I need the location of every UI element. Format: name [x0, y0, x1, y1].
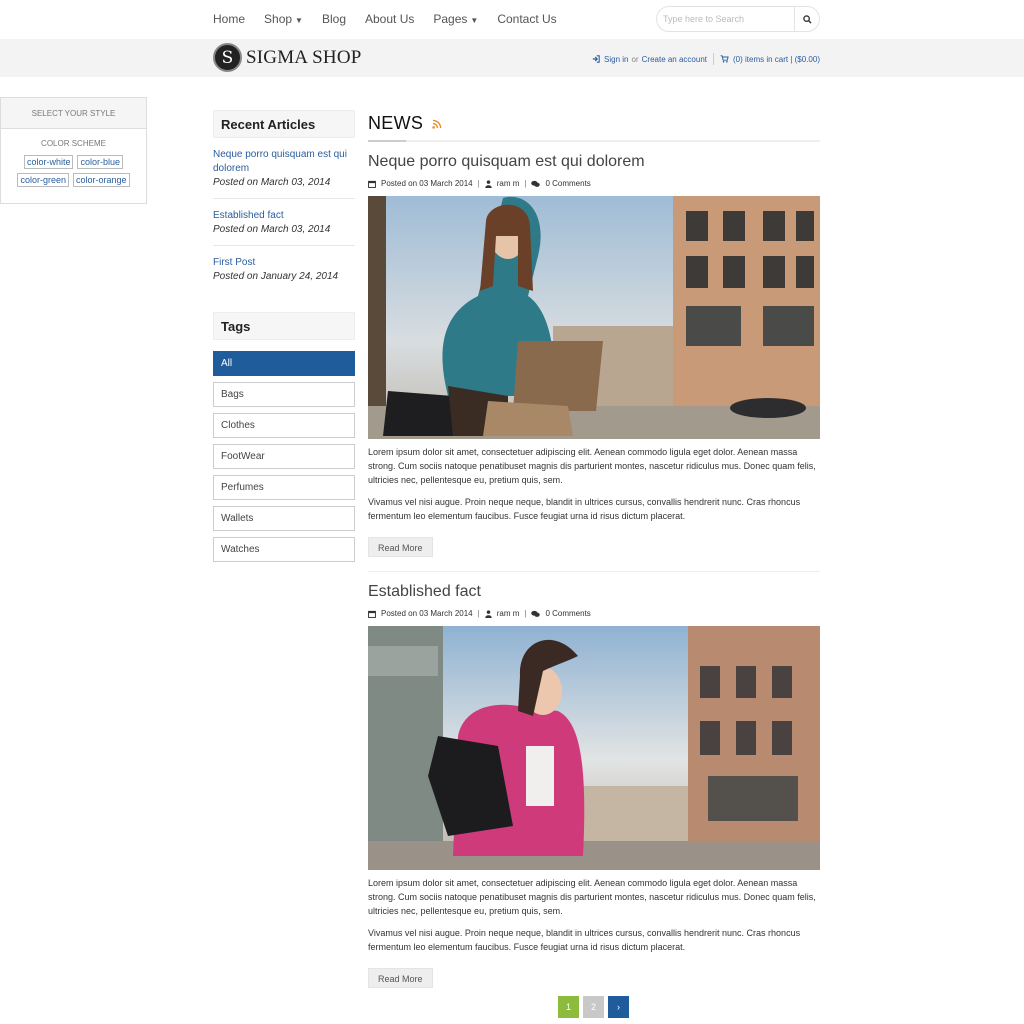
calendar-icon [368, 180, 376, 188]
post-title[interactable]: Neque porro quisquam est qui dolorem [368, 153, 820, 171]
tag-perfumes[interactable]: Perfumes [213, 475, 355, 500]
tag-wallets[interactable]: Wallets [213, 506, 355, 531]
color-scheme-label: COLOR SCHEME [41, 139, 106, 148]
recent-article: Neque porro quisquam est qui dolorem Pos… [213, 138, 355, 199]
post-excerpt: Vivamus vel nisi augue. Proin neque nequ… [368, 928, 801, 952]
post-author[interactable]: ram m [497, 179, 520, 188]
post-excerpt: Lorem ipsum dolor sit amet, consectetuer… [368, 447, 816, 485]
rss-icon[interactable] [432, 118, 442, 132]
nav-pages[interactable]: Pages ▼ [433, 12, 478, 26]
search-box [656, 6, 820, 32]
recent-article-date: Posted on January 24, 2014 [213, 271, 339, 282]
swatch-blue[interactable]: color-blue [77, 155, 124, 169]
tag-all[interactable]: All [213, 351, 355, 376]
swatch-white[interactable]: color-white [23, 155, 74, 169]
page-2-button[interactable]: 2 [583, 996, 604, 1018]
post-comments[interactable]: 0 Comments [545, 179, 590, 188]
post-image[interactable] [368, 196, 820, 439]
recent-article: Established fact Posted on March 03, 201… [213, 199, 355, 246]
account-bar: Sign in or Create an account (0) items i… [592, 53, 820, 65]
user-icon [485, 179, 492, 188]
separator [713, 53, 714, 65]
top-navigation: Home Shop ▼ Blog About Us Pages ▼ Contact … [0, 0, 1024, 39]
page-1-button[interactable]: 1 [558, 996, 579, 1018]
nav-blog-label: Blog [321, 12, 346, 26]
nav-about-label: About Us [365, 12, 415, 26]
post-date: Posted on 03 March 2014 [381, 609, 473, 618]
search-input[interactable] [663, 11, 793, 27]
recent-article-link[interactable]: First Post [213, 256, 355, 270]
post-meta: Posted on 03 March 2014 | ram m | 0 Comm… [368, 609, 820, 618]
post-divider [368, 571, 820, 572]
news-heading-row: NEWS [368, 110, 820, 136]
style-switcher-title: SELECT YOUR STYLE [1, 98, 146, 129]
post-excerpt: Lorem ipsum dolor sit amet, consectetuer… [368, 878, 816, 916]
cart-link[interactable]: (0) items in cart | ($0.00) [733, 55, 820, 64]
tag-watches[interactable]: Watches [213, 537, 355, 562]
recent-article-link[interactable]: Neque porro quisquam est qui dolorem [213, 148, 355, 176]
post-comments[interactable]: 0 Comments [545, 609, 590, 618]
brand-name: SIGMA SHOP [246, 46, 362, 68]
swatch-green[interactable]: color-green [17, 173, 69, 187]
next-page-button[interactable]: › [608, 996, 629, 1018]
user-icon [485, 609, 492, 618]
post-excerpt: Vivamus vel nisi augue. Proin neque nequ… [368, 497, 801, 521]
nav-blog[interactable]: Blog [322, 12, 346, 26]
blog-post: Established fact Posted on 03 March 2014… [368, 583, 820, 988]
sign-in-icon [592, 55, 600, 63]
post-date: Posted on 03 March 2014 [381, 179, 473, 188]
recent-article: First Post Posted on January 24, 2014 [213, 246, 355, 292]
recent-article-link[interactable]: Established fact [213, 209, 355, 223]
main-menu: Home Shop ▼ Blog About Us Pages ▼ Contact … [213, 12, 576, 26]
nav-home[interactable]: Home [213, 12, 245, 26]
nav-contact-label: Contact Us [497, 12, 557, 26]
post-title[interactable]: Established fact [368, 583, 820, 601]
recent-articles-heading: Recent Articles [213, 110, 355, 138]
tag-bags[interactable]: Bags [213, 382, 355, 407]
search-button[interactable] [794, 7, 819, 31]
caret-down-icon: ▼ [470, 16, 479, 25]
search-icon [802, 14, 812, 24]
tags-heading: Tags [213, 312, 355, 340]
logo[interactable]: S SIGMA SHOP [213, 43, 362, 72]
recent-article-date: Posted on March 03, 2014 [213, 177, 331, 188]
nav-contact-us[interactable]: Contact Us [497, 12, 556, 26]
pagination: 1 2 › [558, 996, 629, 1018]
blog-post: Neque porro quisquam est qui dolorem Pos… [368, 153, 820, 572]
nav-pages-label: Pages [433, 12, 468, 26]
swatch-row: color-white color-blue [1, 155, 146, 169]
post-author[interactable]: ram m [497, 609, 520, 618]
recent-article-date: Posted on March 03, 2014 [213, 224, 331, 235]
tag-footwear[interactable]: FootWear [213, 444, 355, 469]
cart-icon [720, 55, 729, 63]
or-text: or [631, 54, 639, 64]
caret-down-icon: ▼ [295, 16, 303, 25]
news-content: NEWS Neque porro quisquam est qui dolore… [368, 110, 820, 988]
logo-mark: S [213, 43, 242, 72]
post-image[interactable] [368, 626, 820, 870]
swatch-row: color-green color-orange [1, 173, 146, 187]
read-more-button[interactable]: Read More [368, 537, 433, 557]
post-meta: Posted on 03 March 2014 | ram m | 0 Comm… [368, 179, 820, 188]
swatch-orange[interactable]: color-orange [73, 173, 130, 187]
nav-shop-label: Shop [264, 12, 293, 26]
nav-about-us[interactable]: About Us [365, 12, 414, 26]
nav-shop[interactable]: Shop ▼ [264, 12, 303, 26]
read-more-button[interactable]: Read More [368, 968, 433, 988]
nav-home-label: Home [213, 12, 246, 26]
style-switcher: SELECT YOUR STYLE COLOR SCHEME color-whi… [0, 97, 147, 204]
tag-clothes[interactable]: Clothes [213, 413, 355, 438]
comments-icon [531, 180, 541, 188]
header-band: S SIGMA SHOP Sign in or Create an accoun… [0, 39, 1024, 77]
page-title: NEWS [368, 112, 424, 133]
calendar-icon [368, 610, 376, 618]
heading-rule [368, 140, 820, 142]
comments-icon [531, 610, 541, 618]
sign-in-link[interactable]: Sign in [604, 55, 628, 64]
create-account-link[interactable]: Create an account [642, 55, 707, 64]
sidebar: Recent Articles Neque porro quisquam est… [213, 110, 355, 562]
